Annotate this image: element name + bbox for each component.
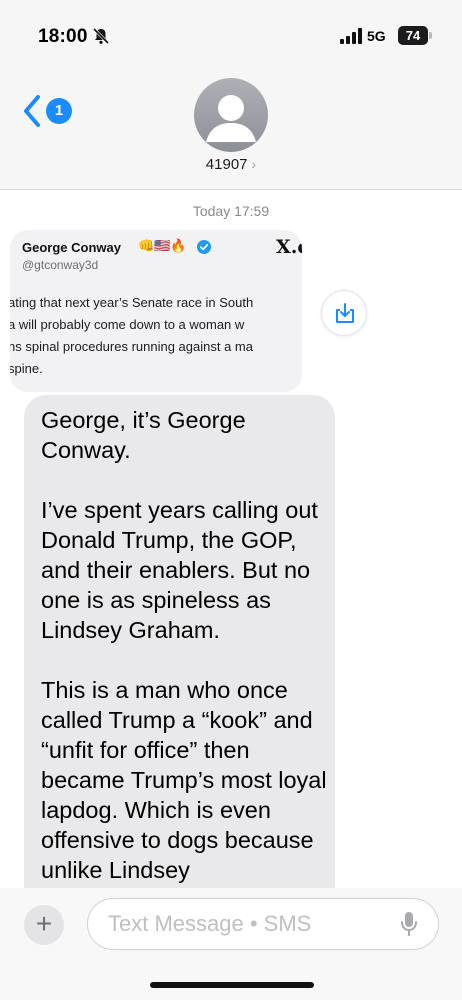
save-attachment-button[interactable]: [321, 290, 367, 336]
status-time: 18:00: [38, 26, 88, 47]
home-indicator: [150, 982, 314, 988]
add-attachment-button[interactable]: +: [24, 905, 64, 945]
unread-badge: 1: [46, 98, 72, 124]
tweet-line: ating that next year’s Senate race in So…: [10, 295, 254, 310]
battery-cap: [429, 32, 432, 39]
tweet-handle: @gtconway3d: [22, 258, 99, 272]
tweet-line: ns spinal procedures running against a m…: [10, 339, 253, 354]
message-text: George, it’s George Conway. I’ve spent y…: [41, 407, 327, 883]
x-logo-icon: X.c: [276, 236, 302, 258]
back-button[interactable]: 1: [22, 92, 74, 132]
contact-name: 41907: [205, 156, 248, 173]
chevron-right-icon: ›: [251, 156, 257, 172]
battery-icon: 74: [398, 26, 428, 45]
message-timestamp: Today 17:59: [192, 203, 270, 219]
download-icon: [336, 303, 354, 323]
bell-slash-icon: [92, 27, 110, 45]
tweet-emojis: 👊🇺🇸🔥: [138, 238, 187, 253]
message-input[interactable]: Text Message • SMS: [87, 898, 439, 950]
received-message-bubble[interactable]: George, it’s George Conway. I’ve spent y…: [24, 395, 335, 955]
signal-icon: [340, 28, 362, 44]
compose-bar: + Text Message • SMS: [0, 888, 462, 1000]
tweet-author: George Conway: [22, 240, 121, 255]
message-input-placeholder: Text Message • SMS: [108, 911, 312, 936]
tweet-line: a will probably come down to a woman w: [10, 317, 245, 332]
link-preview-card[interactable]: George Conway 👊🇺🇸🔥 @gtconway3d X.c ating…: [10, 230, 302, 392]
conversation-header: 18:00 5G 74 1 41907 ›: [0, 0, 462, 190]
network-label: 5G: [367, 28, 386, 44]
microphone-icon[interactable]: [400, 911, 418, 937]
tweet-line: spine.: [10, 361, 43, 376]
messages-screen: 18:00 5G 74 1 41907 › Today 17:59 George…: [0, 0, 462, 1000]
verified-badge-icon: [197, 240, 211, 254]
chevron-left-icon: [24, 95, 40, 127]
tweet-text: ating that next year’s Senate race in So…: [10, 292, 302, 380]
contact-name-button[interactable]: 41907 ›: [0, 156, 462, 173]
contact-avatar[interactable]: [194, 78, 268, 152]
person-icon: [206, 95, 256, 142]
